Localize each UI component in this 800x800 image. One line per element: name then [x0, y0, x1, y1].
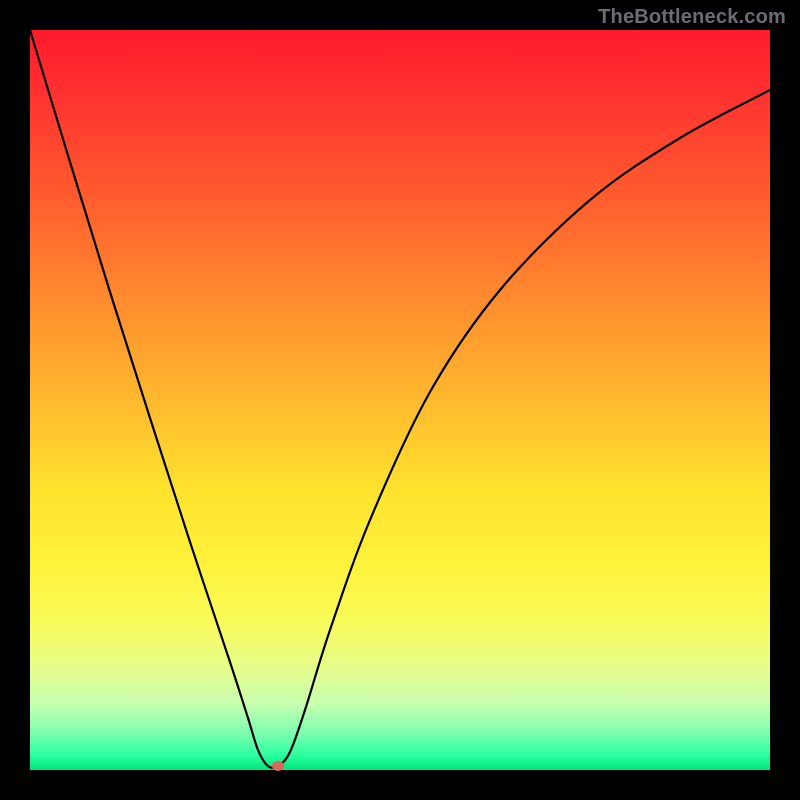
watermark-text: TheBottleneck.com	[598, 6, 786, 29]
plot-area	[30, 30, 770, 770]
chart-frame: TheBottleneck.com	[0, 0, 800, 800]
bottleneck-curve	[30, 30, 770, 770]
min-marker	[272, 761, 284, 771]
